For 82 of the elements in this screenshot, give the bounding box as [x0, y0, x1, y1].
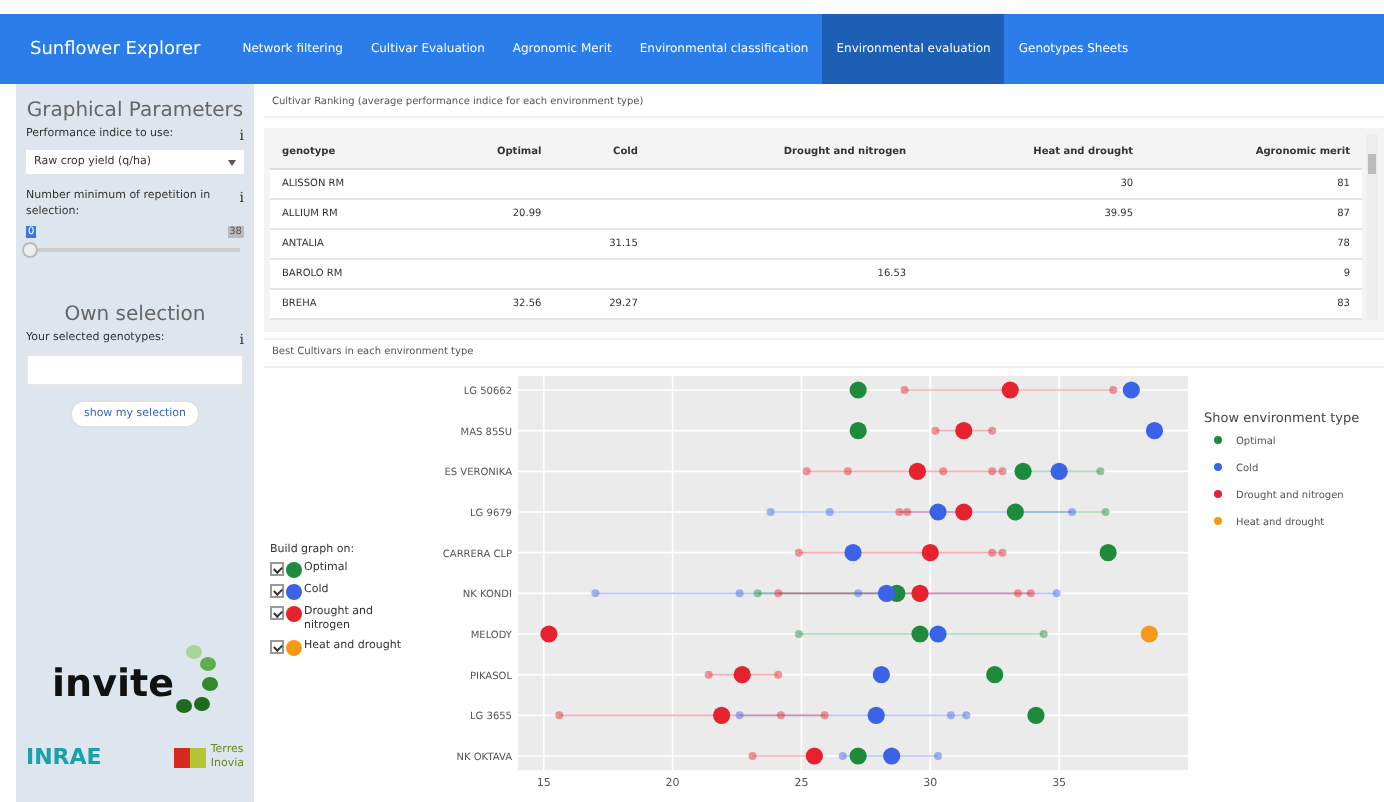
- point: [946, 711, 955, 720]
- point: [867, 706, 885, 724]
- checkbox[interactable]: [270, 584, 284, 598]
- point: [931, 426, 940, 435]
- point: [794, 630, 803, 638]
- point: [820, 711, 829, 720]
- point: [753, 589, 762, 598]
- point: [986, 666, 1004, 684]
- checkbox[interactable]: [270, 606, 284, 620]
- checkbox[interactable]: [270, 562, 284, 576]
- point: [1001, 381, 1019, 399]
- point: [1027, 706, 1045, 724]
- point: [962, 711, 971, 720]
- slider-thumb[interactable]: [22, 242, 38, 259]
- point: [1026, 589, 1035, 598]
- point: [802, 467, 811, 476]
- input-field[interactable]: [26, 354, 244, 387]
- point: [872, 666, 890, 684]
- point: [825, 508, 834, 516]
- point: [555, 711, 564, 720]
- point: [794, 548, 803, 557]
- point: [911, 625, 929, 643]
- point: [774, 670, 783, 679]
- section-title: Graphical Parameters: [26, 100, 244, 122]
- point: [1101, 508, 1110, 516]
- point: [1099, 544, 1117, 562]
- caret-icon: [228, 159, 236, 165]
- point: [1014, 462, 1032, 480]
- section-title: Own selection: [62, 304, 208, 327]
- point: [1109, 386, 1118, 394]
- point: [929, 503, 947, 521]
- point: [735, 589, 744, 598]
- point: [883, 747, 901, 765]
- point: [877, 584, 896, 602]
- logo-text: invite: [52, 662, 174, 706]
- point: [1122, 381, 1140, 399]
- point: [929, 625, 947, 643]
- point: [766, 508, 775, 516]
- point: [900, 386, 909, 394]
- point: [998, 548, 1007, 557]
- inrae-logo: INRAE: [26, 744, 102, 770]
- point: [849, 381, 867, 399]
- point: [540, 625, 558, 643]
- scrollbar[interactable]: [1366, 134, 1378, 320]
- point: [1068, 508, 1077, 516]
- point: [1145, 422, 1164, 440]
- point: [849, 747, 867, 765]
- point: [903, 508, 912, 516]
- checkbox[interactable]: [270, 640, 284, 655]
- point: [955, 503, 973, 521]
- point: [712, 706, 731, 724]
- point: [843, 467, 852, 476]
- point: [934, 752, 943, 760]
- point: [1013, 589, 1022, 598]
- point: [988, 548, 997, 557]
- point: [895, 508, 904, 516]
- point: [1050, 462, 1068, 480]
- flag-icon: [174, 747, 207, 767]
- point: [939, 467, 948, 476]
- data-series: [1052, 589, 1061, 598]
- data-series: [1039, 630, 1048, 638]
- app-title: Sunflower Explorer: [28, 39, 203, 59]
- point: [849, 422, 867, 440]
- point: [735, 711, 744, 720]
- point: [988, 426, 997, 435]
- point: [774, 589, 783, 598]
- point: [911, 584, 929, 602]
- data-series: [1140, 625, 1158, 643]
- point: [908, 462, 927, 480]
- point: [1096, 467, 1105, 476]
- point: [805, 747, 823, 765]
- point: [591, 589, 600, 598]
- point: [921, 544, 939, 562]
- point: [776, 711, 785, 720]
- point: [733, 666, 751, 684]
- point: [854, 589, 863, 598]
- point: [844, 544, 862, 562]
- point: [838, 752, 847, 760]
- point: [748, 752, 757, 760]
- point: [704, 670, 713, 679]
- point: [1006, 503, 1024, 521]
- point: [955, 422, 973, 440]
